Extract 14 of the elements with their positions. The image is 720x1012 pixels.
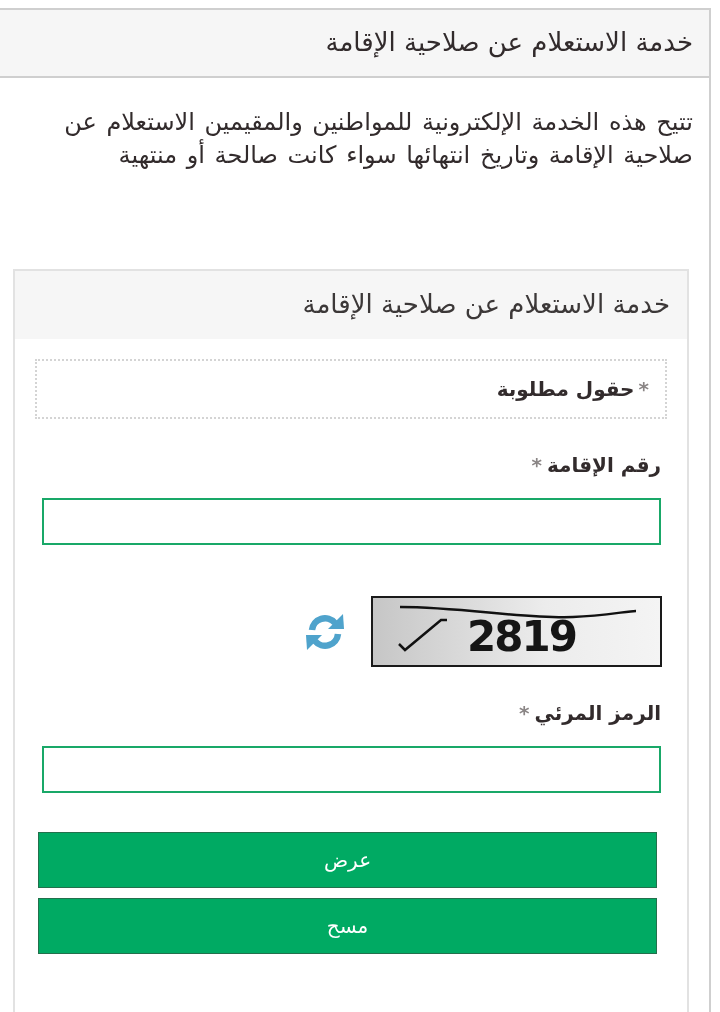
form-button[interactable]: عرض [38,832,657,888]
required-mark: * [531,455,542,475]
required-mark: * [518,703,530,723]
form-title: خدمة الاستعلام عن صلاحية الإقامة [302,289,670,321]
required-mark: * [638,379,649,399]
field-label: الرمز المرئي [534,700,661,726]
form-button[interactable]: مسح [38,898,657,954]
input-field[interactable] [42,746,661,793]
panel-title: خدمة الاستعلام عن صلاحية الإقامة [325,27,693,59]
captcha-image: 2819 [371,596,662,667]
input-field[interactable] [42,498,661,545]
field-label: رقم الإقامة [546,452,661,478]
service-description: تتيح هذه الخدمة الإلكترونية للمواطنين والمقيمين الاستعلام عن صلاحية الإقامة وتاريخ انتهائها سواء كانت صالحة أو منتهية [63,107,693,171]
required-note-text: حقول مطلوبة [496,376,635,402]
